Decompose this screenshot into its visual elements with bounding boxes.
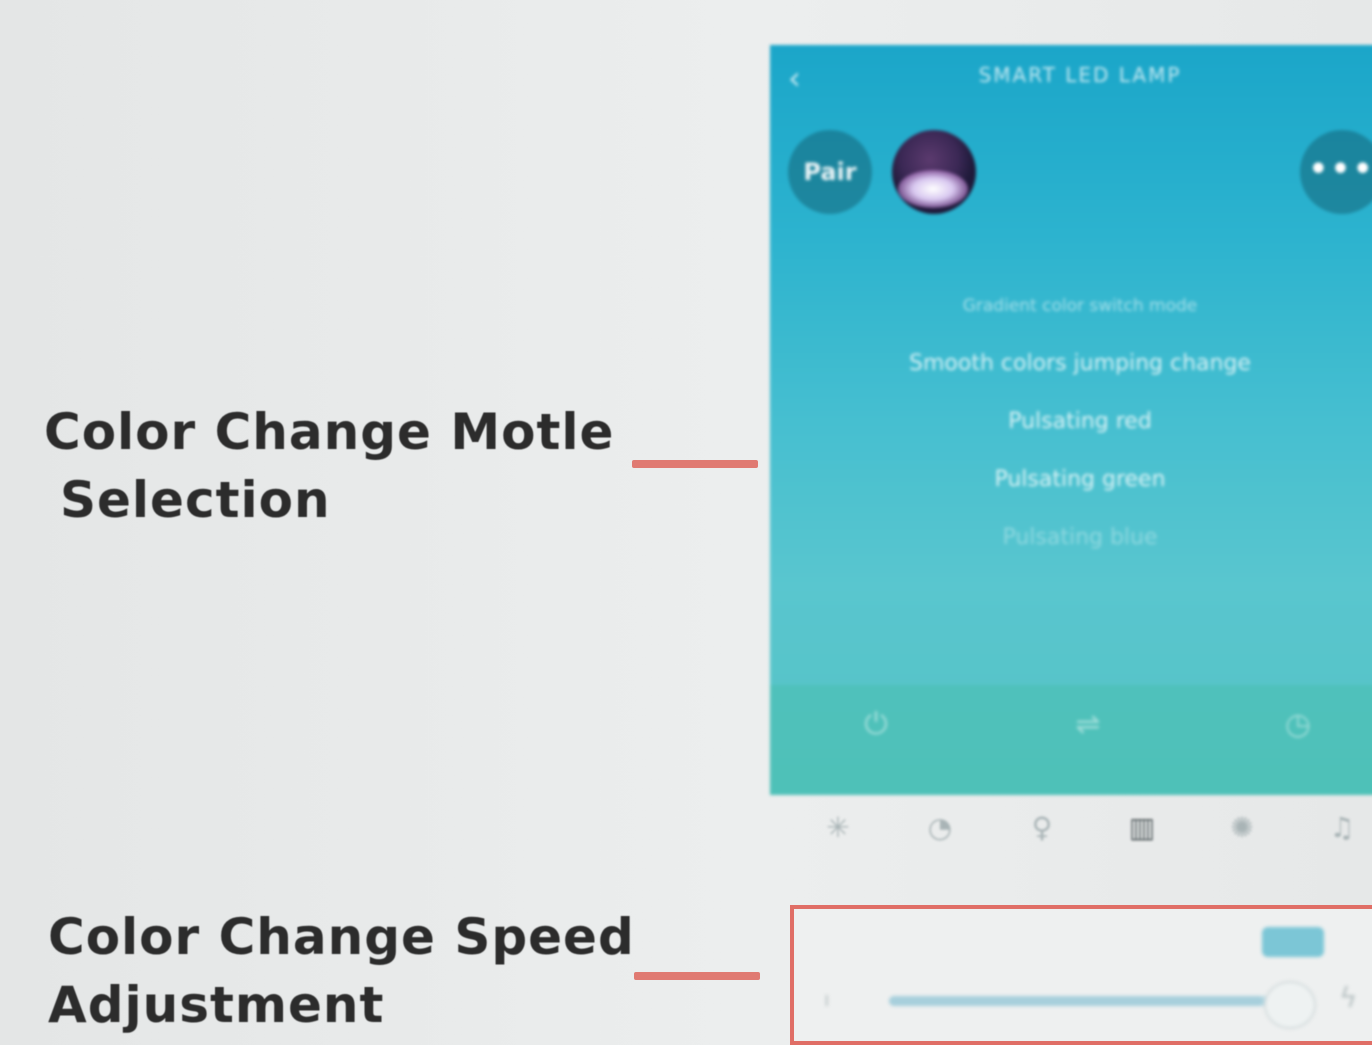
mode-item[interactable]: Pulsating red bbox=[770, 393, 1372, 451]
control-bar: ⏻ ⇌ ◷ bbox=[770, 685, 1372, 795]
app-screen: ‹ SMART LED LAMP Pair ••• Gradient color… bbox=[770, 45, 1372, 795]
palette-icon[interactable]: ◔ bbox=[918, 808, 962, 848]
pair-button[interactable]: Pair bbox=[788, 130, 872, 214]
modes-icon[interactable]: ▥ bbox=[1120, 808, 1164, 848]
speed-adjustment-label: Color Change Speed Adjustment bbox=[48, 903, 635, 1039]
app-title: SMART LED LAMP bbox=[978, 63, 1182, 87]
color-mode-list: Gradient color switch mode Smooth colors… bbox=[770, 277, 1372, 567]
mode-item[interactable]: Smooth colors jumping change bbox=[770, 335, 1372, 393]
speed-callout-line bbox=[634, 972, 760, 980]
more-options-button[interactable]: ••• bbox=[1300, 130, 1372, 214]
mode-icon[interactable]: ⇌ bbox=[1068, 705, 1108, 745]
timer-icon[interactable]: ◷ bbox=[1278, 705, 1318, 745]
mode-item[interactable]: Pulsating green bbox=[770, 451, 1372, 509]
mode-selection-label-line1: Color Change Motle bbox=[44, 403, 615, 461]
mode-selection-label-line2: Selection bbox=[60, 471, 331, 529]
speed-slider-fill bbox=[889, 996, 1264, 1006]
power-icon[interactable]: ⏻ bbox=[856, 705, 896, 745]
mode-selection-label: Color Change Motle Selection bbox=[44, 398, 614, 534]
mode-callout-line bbox=[632, 460, 758, 468]
sparkle-icon[interactable]: ✺ bbox=[1220, 808, 1264, 848]
bottom-tab-bar: ✳ ◔ ♀ ▥ ✺ ♫ bbox=[800, 800, 1372, 860]
speed-slider-track[interactable] bbox=[889, 996, 1279, 1006]
slow-icon: ı bbox=[824, 987, 830, 1011]
mode-item[interactable]: Pulsating blue bbox=[770, 509, 1372, 567]
speed-adjustment-label-line2: Adjustment bbox=[48, 976, 385, 1034]
speed-adjustment-panel: ı ϟ bbox=[790, 905, 1372, 1045]
mode-item[interactable]: Gradient color switch mode bbox=[770, 277, 1372, 335]
speed-adjustment-label-line1: Color Change Speed bbox=[48, 908, 635, 966]
music-icon[interactable]: ♫ bbox=[1320, 808, 1364, 848]
speed-value-bubble bbox=[1262, 927, 1324, 957]
fast-icon: ϟ bbox=[1339, 981, 1358, 1014]
bulb-icon[interactable]: ♀ bbox=[1020, 808, 1064, 848]
lamp-color-orb[interactable] bbox=[892, 130, 976, 214]
sun-icon[interactable]: ✳ bbox=[816, 808, 860, 848]
speed-slider-thumb[interactable] bbox=[1264, 981, 1316, 1029]
